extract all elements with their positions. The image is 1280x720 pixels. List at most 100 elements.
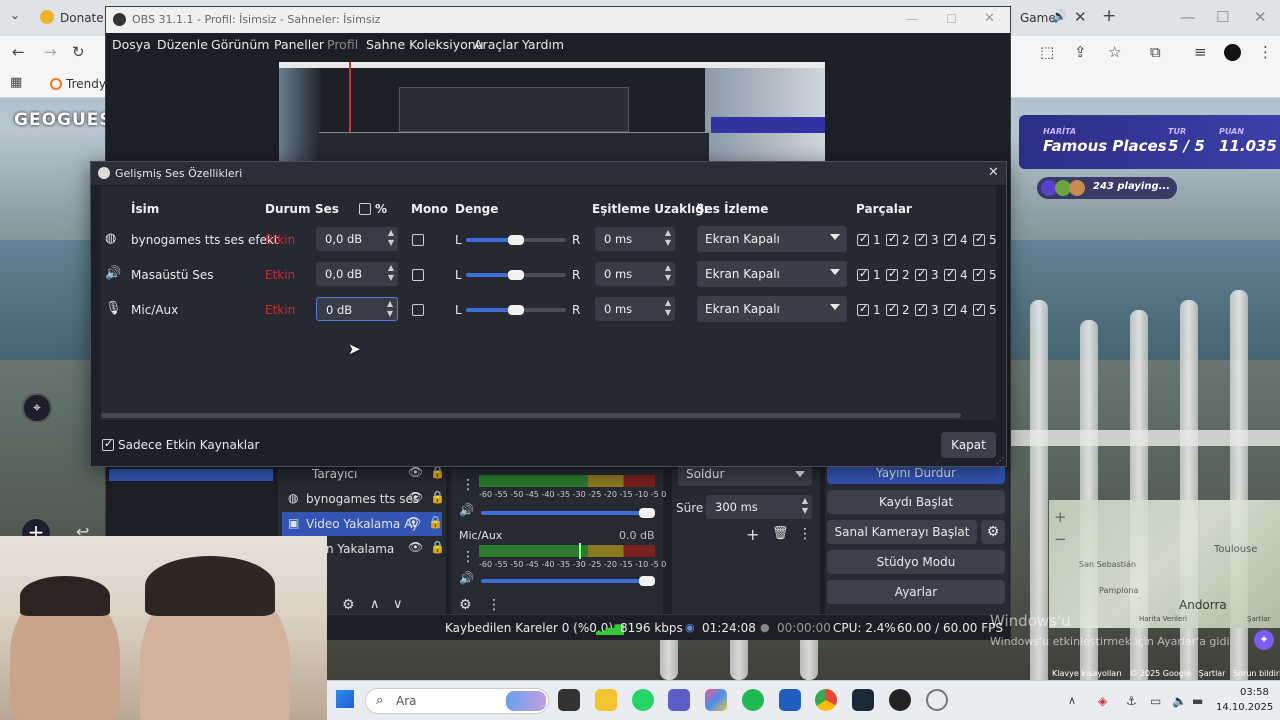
whatsapp-icon[interactable]	[632, 689, 654, 711]
mixer-settings-icon[interactable]: ⚙	[459, 597, 472, 613]
track-checkbox[interactable]	[915, 232, 927, 246]
reload-icon[interactable]: ↻	[72, 43, 85, 61]
lock-icon[interactable]: 🔒	[428, 515, 443, 529]
track-checkbox[interactable]	[857, 267, 869, 281]
volume-spinbox[interactable]: 0,0 dB ▲ ▼	[316, 262, 398, 286]
media-icon[interactable]: ≡	[1194, 43, 1207, 61]
balance-slider-knob[interactable]	[508, 270, 524, 280]
monitoring-select[interactable]: Ekran Kapalı	[697, 261, 847, 287]
map-terms[interactable]: Şartlar	[1247, 615, 1270, 623]
spin-arrows-icon[interactable]: ▲ ▼	[665, 263, 671, 283]
players-badge[interactable]: 243 playing...	[1037, 177, 1177, 199]
profile-avatar[interactable]	[1224, 44, 1241, 61]
menu-profile[interactable]: Profil	[327, 37, 358, 52]
track-checkbox[interactable]	[973, 302, 985, 316]
mixer-more-icon[interactable]: ⋮	[487, 597, 501, 613]
lock-icon[interactable]: 🔒	[430, 465, 445, 479]
eye-icon[interactable]: 👁	[406, 515, 421, 529]
track-checkbox[interactable]	[886, 267, 898, 281]
horizontal-scrollbar[interactable]	[101, 413, 961, 418]
source-status[interactable]: Etkin	[265, 233, 295, 247]
volume-slider[interactable]	[481, 579, 651, 583]
track-checkbox[interactable]	[886, 232, 898, 246]
menu-help[interactable]: Yardım	[522, 37, 564, 52]
move-down-icon[interactable]: ∨	[393, 597, 403, 612]
settings-button[interactable]: Ayarlar	[827, 580, 1005, 604]
tab-audio-icon[interactable]: 🔊	[1052, 9, 1067, 23]
taskbar-search[interactable]: ⌕ Ara	[365, 688, 549, 714]
file-explorer-icon[interactable]	[595, 689, 617, 711]
source-status[interactable]: Etkin	[265, 303, 295, 317]
balance-slider-knob[interactable]	[508, 235, 524, 245]
copilot-icon[interactable]	[705, 689, 727, 711]
screenshot-icon[interactable]: ⬚	[1040, 43, 1054, 61]
eye-icon[interactable]: 👁	[408, 540, 423, 554]
windows-start-icon[interactable]	[336, 690, 354, 708]
tab-close-icon[interactable]: ✕	[1074, 8, 1087, 26]
spin-arrows-icon[interactable]: ▲ ▼	[665, 298, 671, 318]
transition-select[interactable]: Soldur	[678, 464, 812, 486]
volume-spinbox[interactable]: 0,0 dB ▲ ▼	[316, 227, 398, 251]
gear-icon[interactable]: ⚙	[981, 520, 1005, 544]
move-up-icon[interactable]: ∧	[370, 597, 380, 612]
add-transition-icon[interactable]: +	[746, 525, 759, 544]
clock-date[interactable]: 14.10.2025	[1216, 702, 1273, 713]
stop-stream-button[interactable]: Yayını Durdur	[827, 464, 1005, 484]
bookmark-star-icon[interactable]: ☆	[1108, 43, 1121, 61]
eye-icon[interactable]: 👁	[408, 465, 423, 479]
volume-spinbox[interactable]: 0 dB ▲ ▼	[316, 297, 398, 321]
eye-icon[interactable]: 👁	[408, 490, 423, 504]
speaker-icon[interactable]: 🔊	[459, 503, 474, 517]
track-checkbox[interactable]	[944, 232, 956, 246]
teams-icon[interactable]	[668, 689, 690, 711]
tab-title[interactable]: Game	[1020, 11, 1056, 25]
menu-tools[interactable]: Araçlar	[474, 37, 519, 52]
close-button[interactable]: Kapat	[941, 432, 996, 458]
monitoring-select[interactable]: Ekran Kapalı	[697, 296, 847, 322]
spin-arrows-icon[interactable]: ▲ ▼	[388, 263, 394, 283]
mixer-menu-icon[interactable]: ⋮	[461, 549, 475, 565]
track-checkbox[interactable]	[915, 302, 927, 316]
start-recording-button[interactable]: Kaydı Başlat	[827, 490, 1005, 514]
mono-checkbox[interactable]	[412, 304, 424, 316]
menu-scene-collection[interactable]: Sahne Koleksiyonu	[366, 37, 484, 52]
sync-offset-spinbox[interactable]: 0 ms ▲ ▼	[595, 262, 675, 286]
chevron-up-icon[interactable]: ∧	[1068, 694, 1076, 707]
new-tab-icon[interactable]: +	[1102, 6, 1116, 26]
share-icon[interactable]: ⇪	[1074, 43, 1087, 61]
forward-icon[interactable]: →	[44, 43, 57, 61]
obs-close-icon[interactable]: ✕	[984, 11, 995, 26]
menu-edit[interactable]: Düzenle	[157, 37, 208, 52]
task-view-icon[interactable]	[558, 689, 580, 711]
source-status[interactable]: Etkin	[265, 268, 295, 282]
trash-icon[interactable]: 🗑	[772, 526, 789, 541]
game-menu-icon[interactable]: ✦	[1254, 630, 1274, 650]
obs-minimize-icon[interactable]: —	[906, 12, 918, 26]
lock-icon[interactable]: 🔒	[430, 490, 445, 504]
obs-taskbar-icon[interactable]	[889, 689, 911, 711]
volume-slider-knob[interactable]	[639, 508, 655, 518]
back-icon[interactable]: ←	[12, 43, 25, 61]
source-row[interactable]: Tarayıcı 👁 🔒	[284, 465, 445, 483]
spin-arrows-icon[interactable]: ▲ ▼	[802, 496, 808, 516]
track-checkbox[interactable]	[915, 267, 927, 281]
steam-icon[interactable]	[852, 689, 874, 711]
volume-icon[interactable]: 🔈	[1172, 694, 1187, 708]
scene-selected[interactable]	[109, 469, 273, 481]
sync-offset-spinbox[interactable]: 0 ms ▲ ▼	[595, 227, 675, 251]
guess-map[interactable]: + − Toulouse San Sebastián Pamplona Ando…	[1049, 500, 1280, 628]
tab-list-icon[interactable]: ⌄	[10, 8, 20, 22]
track-checkbox[interactable]	[886, 302, 898, 316]
chrome-icon[interactable]	[815, 689, 837, 711]
resize-grip-icon[interactable]: ⋰	[996, 456, 1004, 465]
apps-icon[interactable]: ▦	[10, 75, 22, 90]
location-pin-icon[interactable]: ⌖	[22, 393, 52, 423]
minimize-icon[interactable]: —	[1180, 8, 1195, 26]
track-checkbox[interactable]	[973, 267, 985, 281]
network-icon[interactable]: ▭	[1150, 694, 1161, 708]
clock-time[interactable]: 03:58	[1240, 687, 1269, 698]
speaker-icon[interactable]: 🔊	[459, 571, 474, 585]
tray-icon[interactable]: ⚓	[1126, 694, 1137, 708]
studio-mode-button[interactable]: Stüdyo Modu	[827, 550, 1005, 574]
dialog-close-icon[interactable]: ✕	[988, 165, 999, 180]
